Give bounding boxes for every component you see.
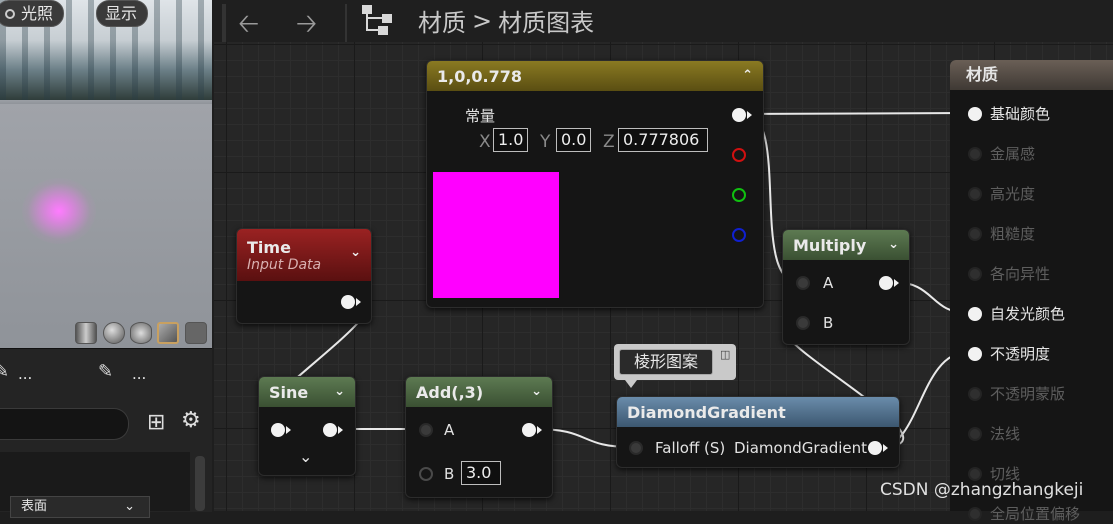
- time-node-title: Time: [247, 237, 291, 257]
- output-pin-rgb[interactable]: [732, 108, 752, 122]
- material-input-label: 不透明蒙版: [990, 385, 1066, 403]
- chevron-down-icon[interactable]: ⌄: [531, 384, 542, 399]
- time-output-pin[interactable]: [341, 295, 361, 309]
- falloff-input-label: Falloff (S): [655, 439, 726, 457]
- material-input-label: 自发光颜色: [990, 305, 1066, 323]
- y-label: Y: [540, 132, 551, 152]
- constant3vector-node[interactable]: 1,0,0.778 ⌃ 常量 X 1.0 Y 0.0 Z 0.777806: [426, 60, 764, 308]
- falloff-input-pin[interactable]: [629, 441, 643, 455]
- add-node-title: Add(,3): [416, 382, 484, 402]
- pin-comment-icon[interactable]: ◫: [720, 348, 730, 361]
- constant-node-title: 1,0,0.778: [437, 66, 523, 86]
- diamond-output-pin[interactable]: [868, 441, 888, 455]
- diamond-node-title: DiamondGradient: [627, 402, 786, 422]
- material-input-row[interactable]: 不透明蒙版: [968, 383, 1065, 404]
- add-pin-a-label: A: [444, 421, 455, 439]
- diamond-output-label: DiamondGradient: [734, 439, 868, 457]
- chevron-down-icon[interactable]: ⌄: [350, 245, 361, 260]
- material-input-label: 全局位置偏移: [990, 505, 1081, 523]
- material-input-pin[interactable]: [968, 306, 982, 321]
- material-input-row[interactable]: 各向异性: [968, 263, 1050, 284]
- add-node-header[interactable]: Add(,3) ⌄: [406, 377, 552, 407]
- material-input-row[interactable]: 基础颜色: [968, 103, 1050, 124]
- add-node[interactable]: Add(,3) ⌄ A B 3.0: [405, 376, 553, 498]
- multiply-node[interactable]: Multiply ⌄ A B: [782, 229, 910, 345]
- material-input-label: 各向异性: [990, 265, 1051, 283]
- material-input-row[interactable]: 粗糙度: [968, 223, 1035, 244]
- material-input-label: 金属感: [990, 145, 1036, 163]
- material-input-pin[interactable]: [968, 426, 982, 441]
- add-input-b-pin[interactable]: [419, 467, 433, 481]
- material-input-pin[interactable]: [968, 226, 982, 241]
- sine-input-pin[interactable]: [271, 423, 291, 437]
- multiply-pin-a-label: A: [823, 274, 834, 292]
- material-input-label: 不透明度: [990, 345, 1051, 363]
- material-input-row[interactable]: 高光度: [968, 183, 1035, 204]
- diamond-comment-text[interactable]: 棱形图案: [619, 349, 713, 375]
- z-label: Z: [603, 132, 615, 152]
- material-input-pin[interactable]: [968, 146, 982, 161]
- diamond-node-header[interactable]: DiamondGradient: [617, 397, 899, 427]
- color-swatch: [433, 172, 559, 298]
- diamond-gradient-node[interactable]: DiamondGradient Falloff (S) DiamondGradi…: [616, 396, 900, 468]
- material-node-title[interactable]: 材质: [950, 60, 1113, 90]
- watermark-text: CSDN @zhangzhangkeji: [880, 480, 1084, 500]
- material-input-pin[interactable]: [968, 506, 982, 521]
- material-input-label: 基础颜色: [990, 105, 1051, 123]
- material-input-row[interactable]: 法线: [968, 423, 1020, 444]
- time-node[interactable]: Time Input Data ⌄: [236, 228, 372, 324]
- add-output-pin[interactable]: [522, 423, 542, 437]
- constant-label: 常量: [465, 107, 496, 125]
- time-node-header[interactable]: Time Input Data ⌄: [237, 229, 371, 281]
- output-pin-g[interactable]: [732, 188, 746, 202]
- expand-chevron-icon[interactable]: ⌄: [299, 447, 312, 466]
- material-input-row[interactable]: 自发光颜色: [968, 303, 1065, 324]
- material-input-row[interactable]: 金属感: [968, 143, 1035, 164]
- sine-output-pin[interactable]: [323, 423, 343, 437]
- material-input-label: 粗糙度: [990, 225, 1036, 243]
- material-input-row[interactable]: 全局位置偏移: [968, 503, 1080, 524]
- multiply-output-pin[interactable]: [879, 276, 899, 290]
- add-input-a-pin[interactable]: [419, 423, 433, 437]
- material-input-pin[interactable]: [968, 266, 982, 281]
- multiply-node-title: Multiply: [793, 235, 867, 255]
- chevron-down-icon[interactable]: ⌄: [888, 237, 899, 252]
- chevron-up-icon[interactable]: ⌃: [742, 68, 753, 83]
- material-input-pin[interactable]: [968, 346, 982, 361]
- multiply-input-b-pin[interactable]: [796, 316, 810, 330]
- output-pin-r[interactable]: [732, 148, 746, 162]
- constant-node-header[interactable]: 1,0,0.778 ⌃: [427, 61, 763, 91]
- chevron-down-icon[interactable]: ⌄: [334, 384, 345, 399]
- time-node-subtitle: Input Data: [247, 256, 322, 273]
- material-input-pin[interactable]: [968, 106, 982, 121]
- add-b-value-field[interactable]: 3.0: [461, 461, 501, 485]
- material-input-label: 法线: [990, 425, 1021, 443]
- sine-node[interactable]: Sine ⌄ ⌄: [258, 376, 356, 476]
- add-pin-b-label: B: [444, 465, 455, 483]
- sine-node-title: Sine: [269, 382, 309, 402]
- material-input-label: 高光度: [990, 185, 1036, 203]
- multiply-node-header[interactable]: Multiply ⌄: [783, 230, 909, 260]
- material-input-pin[interactable]: [968, 386, 982, 401]
- sine-node-header[interactable]: Sine ⌄: [259, 377, 355, 407]
- multiply-pin-b-label: B: [823, 314, 834, 332]
- x-value-field[interactable]: 1.0: [493, 128, 529, 152]
- material-input-row[interactable]: 不透明度: [968, 343, 1050, 364]
- comment-pointer: [625, 380, 637, 388]
- output-pin-b[interactable]: [732, 228, 746, 242]
- material-input-pin[interactable]: [968, 186, 982, 201]
- material-input-pin[interactable]: [968, 466, 982, 481]
- x-label: X: [479, 132, 491, 152]
- y-value-field[interactable]: 0.0: [556, 128, 592, 152]
- multiply-input-a-pin[interactable]: [796, 276, 810, 290]
- wire-constant-to-basecolor: [744, 112, 969, 115]
- z-value-field[interactable]: 0.777806: [618, 128, 708, 152]
